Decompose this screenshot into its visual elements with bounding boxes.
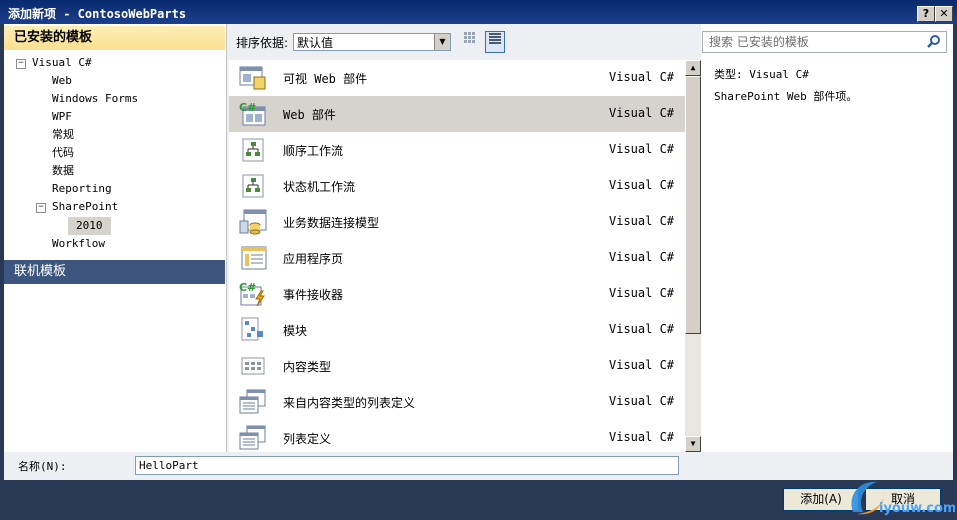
template-row[interactable]: 业务数据连接模型 Visual C# xyxy=(229,204,685,240)
sort-dropdown[interactable]: 默认值 ▼ xyxy=(293,33,451,51)
tree-item-windows-forms[interactable]: Windows Forms xyxy=(52,90,138,108)
help-button[interactable]: ? xyxy=(917,6,935,22)
name-input[interactable]: HelloPart xyxy=(135,456,679,475)
list-definition-icon xyxy=(239,425,266,450)
business-data-model-icon xyxy=(239,209,267,235)
template-type: 类型: Visual C# xyxy=(714,68,809,81)
web-part-icon: C# xyxy=(239,101,266,126)
scroll-up-arrow-icon[interactable]: ▲ xyxy=(685,60,701,76)
template-row[interactable]: 顺序工作流 Visual C# xyxy=(229,132,685,168)
module-icon xyxy=(241,317,263,341)
state-machine-workflow-icon xyxy=(242,174,264,198)
tree-item-code[interactable]: 代码 xyxy=(52,144,74,162)
scroll-down-arrow-icon[interactable]: ▼ xyxy=(685,436,701,452)
name-label: 名称(N): xyxy=(18,460,67,473)
template-row[interactable]: 内容类型 Visual C# xyxy=(229,348,685,384)
sort-label: 排序依据: xyxy=(236,36,289,50)
collapse-icon[interactable]: − xyxy=(16,59,26,69)
template-row[interactable]: 状态机工作流 Visual C# xyxy=(229,168,685,204)
template-description: SharePoint Web 部件项。 xyxy=(714,90,858,103)
content-type-icon xyxy=(241,357,265,375)
tree-item-wpf[interactable]: WPF xyxy=(52,108,72,126)
template-list-panel: 排序依据: 默认值 ▼ 可视 Web 部件 Visual C# C# Web 部… xyxy=(227,24,701,452)
collapse-icon[interactable]: − xyxy=(36,203,46,213)
svg-text:C#: C# xyxy=(239,281,256,294)
dropdown-arrow-icon[interactable]: ▼ xyxy=(434,34,450,50)
list-definition-from-content-type-icon xyxy=(239,389,266,414)
template-row[interactable]: C# 事件接收器 Visual C# xyxy=(229,276,685,312)
online-templates-header[interactable]: 联机模板 xyxy=(4,260,225,284)
template-row[interactable]: 可视 Web 部件 Visual C# xyxy=(229,60,685,96)
title-bar: 添加新项 - ContosoWebParts ? ✕ xyxy=(0,0,957,24)
application-page-icon xyxy=(241,246,267,270)
search-icon[interactable] xyxy=(926,34,942,50)
template-row[interactable]: C# Web 部件 Visual C# xyxy=(229,96,685,132)
svg-text:C#: C# xyxy=(239,101,256,114)
template-categories-panel: 已安装的模板 − Visual C# Web Windows Forms WPF… xyxy=(4,24,227,452)
tree-item-reporting[interactable]: Reporting xyxy=(52,180,112,198)
search-input[interactable]: 搜索 已安装的模板 xyxy=(702,31,947,53)
template-row[interactable]: 列表定义 Visual C# xyxy=(229,420,685,452)
template-details-panel: 搜索 已安装的模板 类型: Visual C# SharePoint Web 部… xyxy=(702,24,953,452)
event-receiver-icon: C# xyxy=(239,281,265,307)
template-list-scrollbar[interactable]: ▲ ▼ xyxy=(685,60,701,452)
tree-item-general[interactable]: 常规 xyxy=(52,126,74,144)
sequential-workflow-icon xyxy=(242,138,264,162)
close-button[interactable]: ✕ xyxy=(935,6,953,22)
name-bar: 名称(N): HelloPart xyxy=(4,452,953,480)
search-placeholder: 搜索 已安装的模板 xyxy=(709,35,809,49)
template-list: 可视 Web 部件 Visual C# C# Web 部件 Visual C# … xyxy=(229,60,685,452)
template-row[interactable]: 模块 Visual C# xyxy=(229,312,685,348)
watermark-logo: iyouw.com xyxy=(851,481,955,516)
scroll-thumb[interactable] xyxy=(685,76,701,334)
small-icons-view-icon[interactable] xyxy=(460,31,480,53)
tree-item-web[interactable]: Web xyxy=(52,72,72,90)
list-view-icon[interactable] xyxy=(485,31,505,53)
template-row[interactable]: 应用程序页 Visual C# xyxy=(229,240,685,276)
visual-web-part-icon xyxy=(239,66,266,90)
sort-dropdown-value: 默认值 xyxy=(297,36,334,50)
tree-item-data[interactable]: 数据 xyxy=(52,162,74,180)
tree-item-workflow[interactable]: Workflow xyxy=(52,235,105,253)
tree-item-visual-csharp[interactable]: Visual C# xyxy=(32,54,92,72)
watermark-text: iyouw.com xyxy=(879,501,955,516)
tree-item-2010[interactable]: 2010 xyxy=(68,217,111,235)
window-title: 添加新项 - ContosoWebParts xyxy=(8,7,187,21)
tree-item-sharepoint[interactable]: SharePoint xyxy=(52,198,118,216)
template-row[interactable]: 来自内容类型的列表定义 Visual C# xyxy=(229,384,685,420)
installed-templates-header[interactable]: 已安装的模板 xyxy=(4,26,225,50)
